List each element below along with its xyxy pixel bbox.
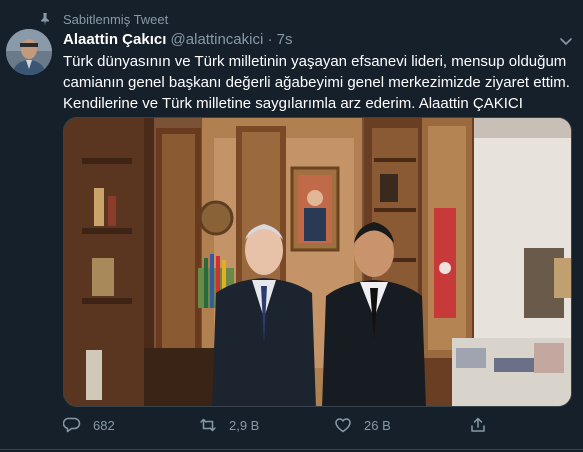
share-icon xyxy=(471,417,485,432)
tweet-text-line: camianın genel başkanı değerli ağabeyimi… xyxy=(63,74,570,91)
pinned-label: Sabitlenmiş Tweet xyxy=(63,12,169,27)
chevron-down-icon[interactable] xyxy=(560,38,572,46)
reply-button[interactable]: 682 xyxy=(63,416,115,434)
retweet-count: 2,9 B xyxy=(229,417,260,433)
tweet-text-line: Türk dünyasının ve Türk milletinin yaşay… xyxy=(63,53,567,70)
author-handle[interactable]: @alattincakici xyxy=(171,31,264,48)
tweet-text: Türk dünyasının ve Türk milletinin yaşay… xyxy=(63,51,578,114)
tweet-divider xyxy=(0,449,583,450)
author-name[interactable]: Alaattin Çakıcı xyxy=(63,31,166,48)
heart-icon xyxy=(335,418,351,433)
reply-icon xyxy=(63,417,81,433)
pin-icon xyxy=(41,13,49,26)
share-button[interactable] xyxy=(469,416,499,434)
tweet-photo[interactable] xyxy=(63,117,572,407)
tweet-text-line: Kendilerine ve Türk milletine saygılarım… xyxy=(63,95,523,112)
tweet-time[interactable]: 7s xyxy=(277,31,293,48)
reply-count: 682 xyxy=(93,417,115,433)
like-button[interactable]: 26 B xyxy=(334,416,391,434)
avatar[interactable] xyxy=(6,29,52,75)
tweet-header: Alaattin Çakıcı @alattincakici · 7s xyxy=(63,31,293,48)
like-count: 26 B xyxy=(364,417,391,433)
header-separator: · xyxy=(267,31,273,48)
pinned-tweet-indicator: Sabitlenmiş Tweet xyxy=(0,0,583,30)
retweet-icon xyxy=(200,418,216,432)
tweet-actions: 682 2,9 B 26 B xyxy=(0,412,583,442)
retweet-button[interactable]: 2,9 B xyxy=(199,416,259,434)
